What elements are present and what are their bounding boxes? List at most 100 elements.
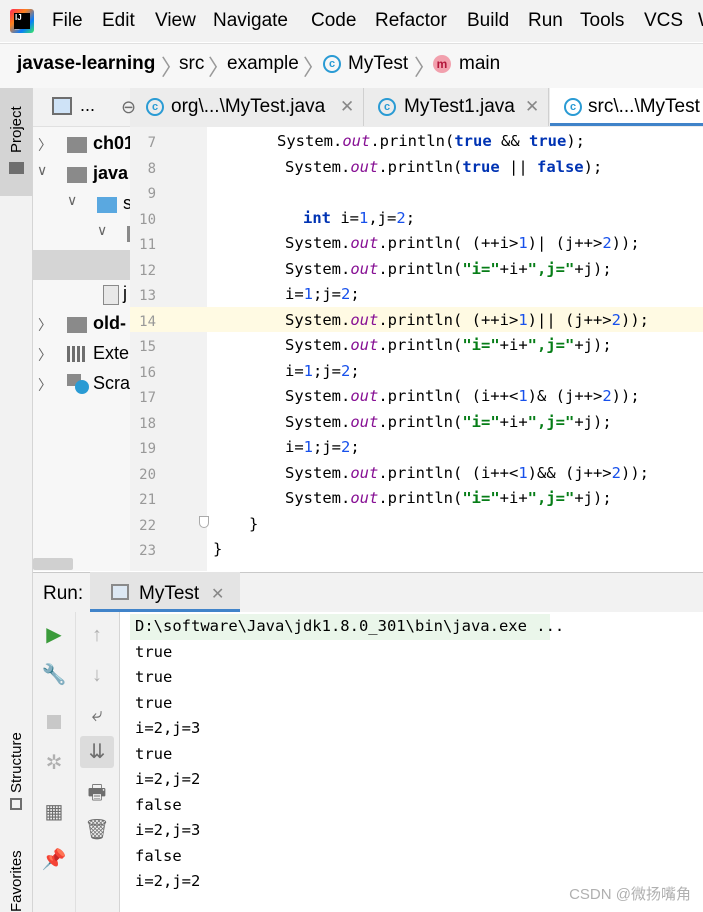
line-number: 14 <box>139 313 156 330</box>
run-tab-label[interactable]: MyTest <box>139 583 199 605</box>
tree-selected-row <box>33 250 130 280</box>
breadcrumb-class[interactable]: MyTest <box>348 53 408 75</box>
menu-tools[interactable]: Tools <box>580 10 624 32</box>
tree-item-old[interactable]: old- <box>93 313 126 334</box>
chevron-right-icon[interactable]: 〉 <box>38 315 52 335</box>
code-line: System.out.println("i="+i+",j="+j); <box>285 259 612 278</box>
chevron-right-icon: 〉 <box>303 55 326 80</box>
console-command-line: D:\software\Java\jdk1.8.0_301\bin\java.e… <box>135 617 565 635</box>
tree-item-scratches[interactable]: Scra <box>93 373 130 394</box>
code-line: System.out.println( (++i>1)| (j++>2)); <box>285 234 640 252</box>
close-icon[interactable]: ✕ <box>525 97 539 117</box>
line-number: 23 <box>139 543 156 559</box>
breadcrumb-src[interactable]: src <box>179 53 204 75</box>
code-line: } <box>213 540 223 558</box>
menu-vcs[interactable]: VCS <box>644 10 683 32</box>
java-class-icon: c <box>378 98 396 116</box>
console-output[interactable] <box>120 612 703 912</box>
line-number: 12 <box>139 262 156 279</box>
breadcrumb-method[interactable]: main <box>459 53 500 75</box>
code-line: i=1;j=2; <box>285 285 360 303</box>
line-number: 10 <box>139 211 156 228</box>
line-number: 9 <box>147 186 156 202</box>
menu-navigate[interactable]: Navigate <box>213 10 288 32</box>
wrench-icon[interactable]: 🔧 <box>39 660 69 690</box>
watermark: CSDN @微扬嘴角 <box>569 886 691 903</box>
tab-src-mytest-label[interactable]: src\...\MyTest <box>588 96 700 118</box>
code-line: int i=1,j=2; <box>303 208 416 227</box>
line-number: 19 <box>139 441 156 457</box>
menu-code[interactable]: Code <box>311 10 356 32</box>
line-number: 22 <box>139 517 156 534</box>
console-output-line: false <box>135 795 182 814</box>
breadcrumb-example[interactable]: example <box>227 53 299 75</box>
structure-tab-label[interactable]: Structure <box>8 732 25 793</box>
chevron-right-icon[interactable]: 〉 <box>38 375 52 395</box>
source-folder-icon <box>97 197 117 213</box>
project-view-dropdown[interactable]: ... <box>80 95 95 116</box>
menu-view[interactable]: View <box>155 10 196 32</box>
close-icon[interactable]: ✕ <box>211 584 224 604</box>
code-line: i=1;j=2; <box>285 361 360 380</box>
project-view-icon[interactable] <box>52 97 72 115</box>
tab-mytest1-label[interactable]: MyTest1.java <box>404 96 515 118</box>
breadcrumb-project[interactable]: javase-learning <box>17 53 155 75</box>
code-line: i=1;j=2; <box>285 438 360 456</box>
code-line: System.out.println("i="+i+",j="+j); <box>285 336 612 354</box>
dump-threads-icon[interactable]: ✲ <box>39 748 69 778</box>
line-number: 13 <box>139 288 156 304</box>
menu-edit[interactable]: Edit <box>102 10 135 32</box>
module-folder-icon <box>67 137 87 153</box>
tree-item-file[interactable]: j <box>123 283 127 304</box>
tree-item-java[interactable]: java <box>93 163 128 184</box>
favorites-tab-label[interactable]: Favorites <box>8 850 25 912</box>
chevron-right-icon[interactable]: 〉 <box>38 345 52 365</box>
code-line: System.out.println( (i++<1)& (j++>2)); <box>285 387 640 405</box>
method-icon: m <box>433 55 451 73</box>
line-number: 18 <box>139 415 156 432</box>
soft-wrap-icon[interactable]: ⤶ <box>82 700 112 730</box>
rerun-icon[interactable]: ▶ <box>39 620 69 650</box>
console-output-line: true <box>135 668 173 686</box>
line-number: 11 <box>139 237 156 253</box>
console-output-line: i=2,j=3 <box>135 821 201 839</box>
java-class-icon: c <box>564 98 582 116</box>
project-tab-label[interactable]: Project <box>8 106 25 153</box>
fold-icon[interactable] <box>199 516 209 528</box>
console-output-line: i=2,j=2 <box>135 770 201 788</box>
menu-run[interactable]: Run <box>528 10 563 32</box>
scratches-icon <box>67 374 89 394</box>
external-libraries-icon <box>67 346 87 362</box>
console-output-line: i=2,j=2 <box>135 872 201 890</box>
pin-icon[interactable]: 📌 <box>39 845 69 875</box>
scroll-to-end-icon[interactable]: ⇊ <box>82 737 112 767</box>
folder-icon <box>9 162 24 174</box>
close-icon[interactable]: ✕ <box>340 97 354 117</box>
tab-scroll-icon[interactable]: ⊖ <box>121 97 136 118</box>
chevron-down-icon[interactable]: ∨ <box>97 222 107 239</box>
trash-icon[interactable]: 🗑 <box>82 815 112 845</box>
tab-org-mytest-label[interactable]: org\...\MyTest.java <box>171 96 325 118</box>
layout-icon[interactable]: ▦ <box>39 797 69 827</box>
console-output-line: i=2,j=3 <box>135 719 201 737</box>
chevron-down-icon[interactable]: ∨ <box>37 162 47 179</box>
code-line: System.out.println( (++i>1)|| (j++>2)); <box>285 310 649 329</box>
code-line: System.out.println("i="+i+",j="+j); <box>285 489 612 507</box>
menu-refactor[interactable]: Refactor <box>375 10 447 32</box>
menu-file[interactable]: File <box>52 10 83 32</box>
chevron-down-icon[interactable]: ∨ <box>67 192 77 209</box>
stop-icon[interactable] <box>47 715 61 729</box>
menu-window[interactable]: W <box>698 10 703 32</box>
menu-build[interactable]: Build <box>467 10 509 32</box>
arrow-up-icon[interactable]: ↑ <box>82 620 112 650</box>
print-icon[interactable]: 🖶 <box>82 778 112 808</box>
horizontal-scrollbar[interactable] <box>33 558 73 570</box>
arrow-down-icon[interactable]: ↓ <box>82 660 112 690</box>
chevron-right-icon[interactable]: 〉 <box>38 135 52 155</box>
tree-item-external-libraries[interactable]: Exte <box>93 343 129 364</box>
tree-item-ch01[interactable]: ch01 <box>93 133 134 154</box>
line-number: 16 <box>139 364 156 381</box>
structure-icon <box>10 798 22 810</box>
code-line: System.out.println(true && true); <box>277 132 585 150</box>
console-icon <box>111 584 129 600</box>
